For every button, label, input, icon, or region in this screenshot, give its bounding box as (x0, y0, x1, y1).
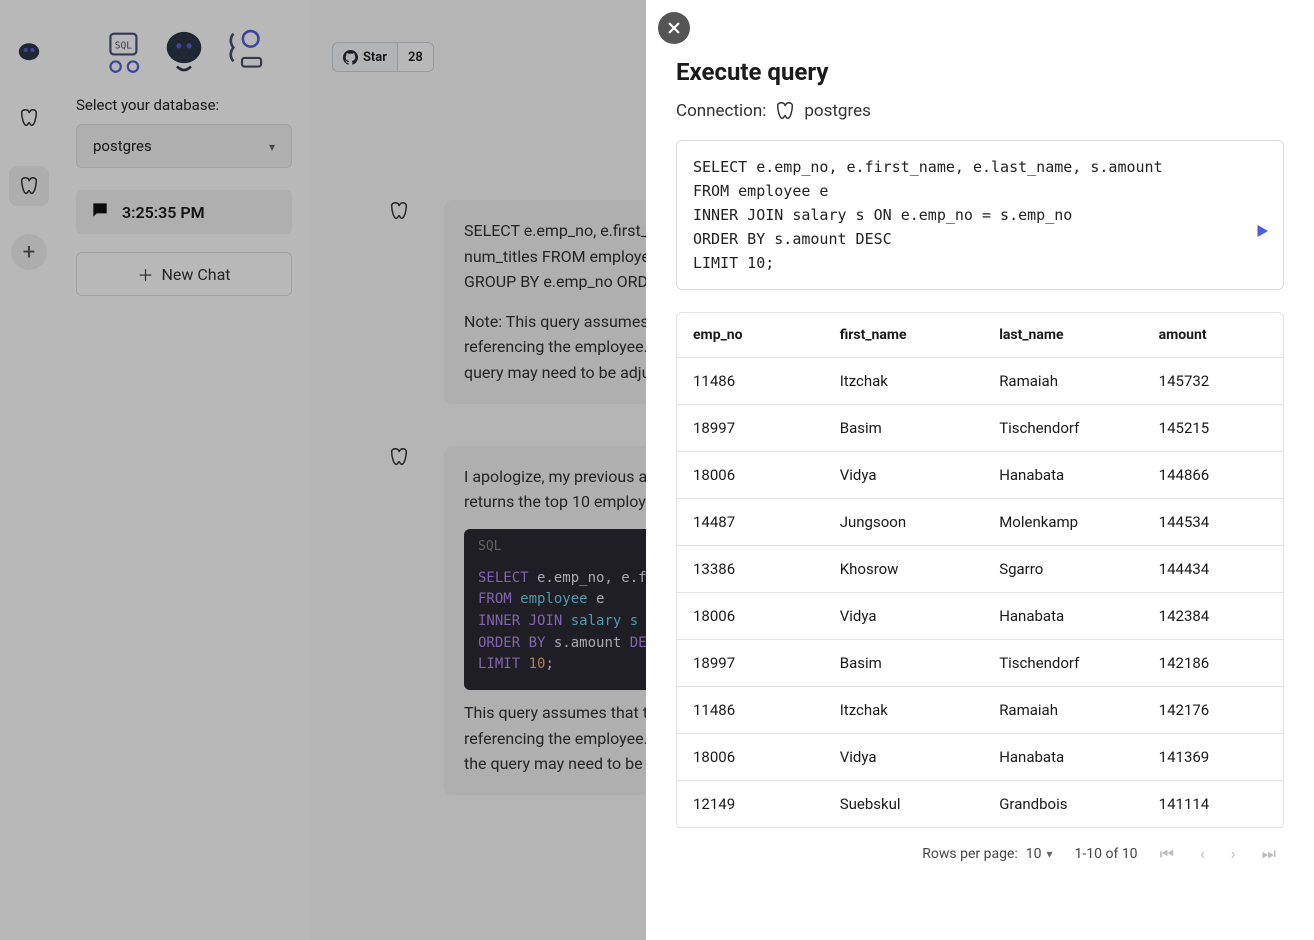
table-cell: 144866 (1143, 452, 1283, 498)
table-cell: Basim (824, 405, 983, 451)
table-cell: Vidya (824, 734, 983, 780)
prev-page-button[interactable]: ‹ (1200, 844, 1205, 864)
table-cell: 18006 (677, 593, 824, 639)
table-row[interactable]: 11486ItzchakRamaiah145732 (677, 358, 1283, 405)
table-row[interactable]: 11486ItzchakRamaiah142176 (677, 687, 1283, 734)
table-cell: 145732 (1143, 358, 1283, 404)
table-cell: 18006 (677, 734, 824, 780)
table-cell: Vidya (824, 452, 983, 498)
table-row[interactable]: 18997BasimTischendorf142186 (677, 640, 1283, 687)
table-cell: Khosrow (824, 546, 983, 592)
table-cell: Suebskul (824, 781, 983, 827)
column-header[interactable]: first_name (824, 313, 983, 357)
table-row[interactable]: 13386KhosrowSgarro144434 (677, 546, 1283, 593)
table-cell: Molenkamp (983, 499, 1142, 545)
table-cell: Sgarro (983, 546, 1142, 592)
table-cell: Hanabata (983, 452, 1142, 498)
table-header-row: emp_no first_name last_name amount (677, 313, 1283, 358)
next-page-button[interactable]: › (1231, 844, 1236, 864)
table-cell: 142176 (1143, 687, 1283, 733)
table-row[interactable]: 18006VidyaHanabata141369 (677, 734, 1283, 781)
table-cell: 142384 (1143, 593, 1283, 639)
pagination: Rows per page: 10 1-10 of 10 ⏮ ‹ › ⏭ (676, 828, 1284, 864)
run-query-button[interactable] (1188, 193, 1271, 279)
connection-row: Connection: postgres (676, 100, 1284, 122)
table-row[interactable]: 18006VidyaHanabata144866 (677, 452, 1283, 499)
table-cell: 11486 (677, 687, 824, 733)
table-cell: 18997 (677, 640, 824, 686)
chevron-down-icon (1047, 846, 1053, 862)
table-cell: Tischendorf (983, 640, 1142, 686)
connection-name: postgres (804, 101, 871, 121)
connection-label: Connection: (676, 101, 766, 121)
table-cell: 144434 (1143, 546, 1283, 592)
close-icon (667, 21, 681, 35)
table-cell: Hanabata (983, 593, 1142, 639)
table-row[interactable]: 12149SuebskulGrandbois141114 (677, 781, 1283, 828)
table-cell: Vidya (824, 593, 983, 639)
table-cell: 141114 (1143, 781, 1283, 827)
column-header[interactable]: amount (1143, 313, 1283, 357)
play-icon (1253, 222, 1271, 240)
table-cell: 18997 (677, 405, 824, 451)
table-cell: 144534 (1143, 499, 1283, 545)
first-page-button[interactable]: ⏮ (1160, 844, 1174, 864)
table-cell: Tischendorf (983, 405, 1142, 451)
table-cell: 12149 (677, 781, 824, 827)
results-table: emp_no first_name last_name amount 11486… (676, 312, 1284, 828)
execute-query-drawer: Execute query Connection: postgres SELEC… (646, 0, 1314, 940)
page-range-label: 1-10 of 10 (1075, 846, 1138, 862)
table-row[interactable]: 18006VidyaHanabata142384 (677, 593, 1283, 640)
table-cell: 142186 (1143, 640, 1283, 686)
table-cell: 11486 (677, 358, 824, 404)
table-cell: Itzchak (824, 687, 983, 733)
table-cell: Hanabata (983, 734, 1142, 780)
table-cell: Itzchak (824, 358, 983, 404)
table-cell: 141369 (1143, 734, 1283, 780)
table-cell: 18006 (677, 452, 824, 498)
drawer-title: Execute query (676, 58, 1284, 86)
table-cell: 13386 (677, 546, 824, 592)
table-cell: 14487 (677, 499, 824, 545)
last-page-button[interactable]: ⏭ (1262, 844, 1276, 864)
postgres-icon (774, 100, 796, 122)
rows-per-page-select[interactable]: 10 (1026, 846, 1053, 862)
table-row[interactable]: 18997BasimTischendorf145215 (677, 405, 1283, 452)
rows-per-page-label: Rows per page: (922, 846, 1017, 862)
table-row[interactable]: 14487JungsoonMolenkamp144534 (677, 499, 1283, 546)
table-cell: Jungsoon (824, 499, 983, 545)
table-cell: Basim (824, 640, 983, 686)
table-cell: 145215 (1143, 405, 1283, 451)
column-header[interactable]: emp_no (677, 313, 824, 357)
table-cell: Ramaiah (983, 687, 1142, 733)
close-button[interactable] (658, 12, 690, 44)
query-textarea[interactable]: SELECT e.emp_no, e.first_name, e.last_na… (676, 140, 1284, 290)
table-cell: Grandbois (983, 781, 1142, 827)
table-cell: Ramaiah (983, 358, 1142, 404)
column-header[interactable]: last_name (983, 313, 1142, 357)
